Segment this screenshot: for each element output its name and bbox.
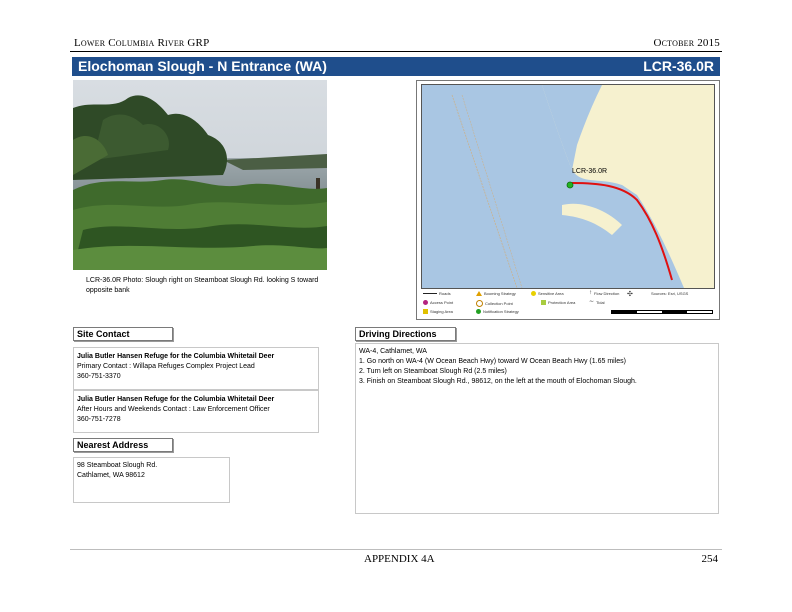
driving-directions-label: Driving Directions xyxy=(355,327,456,341)
direction-line: 2. Turn left on Steamboat Slough Rd (2.5… xyxy=(359,368,507,375)
contact-org: Julia Butler Hansen Refuge for the Colum… xyxy=(77,396,275,403)
address-line-2: Cathlamet, WA 98612 xyxy=(77,472,145,479)
page-number: 254 xyxy=(701,553,719,565)
north-arrow-icon: ↑ xyxy=(589,290,592,296)
legend-item: ↑ Flow Direction xyxy=(589,290,620,296)
contact-role: Primary Contact : Willapa Refuges Comple… xyxy=(77,363,255,370)
legend-item: Roads xyxy=(423,291,451,296)
access-point-icon xyxy=(423,300,428,305)
booming-strategy-icon xyxy=(476,291,482,296)
sensitive-area-icon xyxy=(531,291,536,296)
photo-caption: LCR-36.0R Photo: Slough right on Steambo… xyxy=(86,277,319,294)
legend-item: Sources: Esri, USGS xyxy=(651,291,688,296)
location-map: LCR-36.0R xyxy=(421,84,715,289)
contact-org: Julia Butler Hansen Refuge for the Colum… xyxy=(77,353,275,360)
driving-directions-box: WA-4, Cathlamet, WA 1. Go north on WA-4 … xyxy=(355,343,719,514)
contact-role: After Hours and Weekends Contact : Law E… xyxy=(77,406,270,413)
direction-line: 3. Finish on Steamboat Slough Rd., 98612… xyxy=(359,378,637,385)
legend-item: Protection Area xyxy=(541,300,575,305)
contact-phone[interactable]: 360-751-7278 xyxy=(77,415,315,425)
legend-item: Collection Point xyxy=(476,300,513,307)
contact-phone[interactable]: 360-751-3370 xyxy=(77,372,315,382)
primary-contact-box: Julia Butler Hansen Refuge for the Colum… xyxy=(73,347,319,390)
legend-item: Sensitive Area xyxy=(531,291,564,296)
site-photo xyxy=(73,80,327,270)
map-legend: Roads Access Point Staging Area Booming … xyxy=(421,290,715,318)
header-program-name: Lower Columbia River GRP xyxy=(74,37,210,49)
legend-item: ✣ xyxy=(627,291,635,298)
collection-point-icon xyxy=(476,300,483,307)
header-rule xyxy=(70,51,722,52)
location-map-panel: LCR-36.0R Roads Access Point Staging Are… xyxy=(416,80,720,320)
scale-bar xyxy=(611,310,713,314)
source-label: Sources: Esri, USGS xyxy=(651,291,689,296)
legend-item: Staging Area xyxy=(423,309,453,314)
title-bar: Elochoman Slough - N Entrance (WA) LCR-3… xyxy=(72,57,720,76)
address-line-1: 98 Steamboat Slough Rd. xyxy=(77,462,158,469)
header-date: October 2015 xyxy=(653,37,720,49)
after-hours-contact-box: Julia Butler Hansen Refuge for the Colum… xyxy=(73,390,319,433)
site-contact-label: Site Contact xyxy=(73,327,173,341)
nearest-address-label: Nearest Address xyxy=(73,438,173,452)
nearest-address-box: 98 Steamboat Slough Rd. Cathlamet, WA 98… xyxy=(73,457,230,503)
site-code: LCR-36.0R xyxy=(643,58,714,74)
legend-item: ∼ Tidal xyxy=(589,299,605,305)
direction-line: 1. Go north on WA-4 (W Ocean Beach Hwy) … xyxy=(359,358,627,365)
legend-item: Booming Strategy xyxy=(476,291,516,296)
notification-icon xyxy=(476,309,481,314)
footer-appendix: APPENDIX 4A xyxy=(364,553,435,565)
map-site-label: LCR-36.0R xyxy=(572,168,607,175)
legend-item: Access Point xyxy=(423,300,453,305)
footer-rule xyxy=(70,549,722,550)
staging-area-icon xyxy=(423,309,428,314)
road-line-icon xyxy=(423,293,437,294)
tide-icon: ∼ xyxy=(589,299,595,305)
legend-item: Notification Strategy xyxy=(476,309,519,314)
map-site-marker xyxy=(566,181,574,189)
direction-line: WA-4, Cathlamet, WA xyxy=(359,348,427,355)
protection-area-icon xyxy=(541,300,546,305)
page-title: Elochoman Slough - N Entrance (WA) xyxy=(78,58,327,74)
compass-icon: ✣ xyxy=(627,291,633,298)
